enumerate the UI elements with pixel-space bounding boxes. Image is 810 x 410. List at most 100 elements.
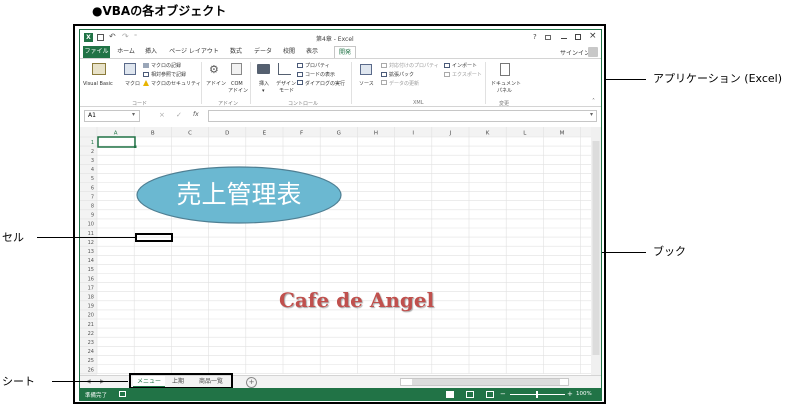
enter-icon[interactable]: ✓ (176, 111, 182, 119)
row-header[interactable]: 9 (91, 213, 94, 219)
run-dialog-button[interactable]: ダイアログの実行 (305, 81, 345, 87)
document-panel-label-1[interactable]: ドキュメント (491, 81, 521, 87)
visual-basic-icon[interactable] (92, 63, 106, 75)
com-addin-icon[interactable] (231, 63, 242, 75)
row-header[interactable]: 6 (91, 185, 94, 191)
macro-record-icon[interactable] (119, 391, 126, 397)
map-props-button[interactable]: 対応付けのプロパティ (389, 63, 439, 69)
tab-file[interactable]: ファイル (83, 46, 110, 58)
com-addin-label-1[interactable]: COM (231, 81, 243, 87)
row-header[interactable]: 3 (91, 158, 94, 164)
new-sheet-button[interactable]: + (246, 377, 257, 388)
horizontal-scroll-thumb[interactable] (412, 379, 560, 385)
zoom-in-icon[interactable]: + (567, 390, 573, 398)
column-header[interactable]: C (188, 131, 192, 137)
insert-control-icon[interactable] (257, 64, 270, 74)
maximize-button[interactable] (575, 34, 581, 40)
macro-security-button[interactable]: マクロのセキュリティ (151, 81, 201, 87)
row-header[interactable]: 15 (88, 267, 94, 273)
normal-view-icon[interactable] (446, 391, 454, 398)
column-header[interactable]: D (225, 131, 229, 137)
row-header[interactable]: 24 (88, 349, 94, 355)
row-header[interactable]: 25 (88, 358, 94, 364)
tab-page-layout[interactable]: ページ レイアウト (166, 46, 222, 58)
collapse-ribbon-icon[interactable]: ˄ (592, 98, 595, 105)
fill-handle[interactable] (134, 145, 137, 149)
row-header[interactable]: 5 (91, 176, 94, 182)
undo-icon[interactable]: ↶ (109, 32, 116, 41)
record-macro-button[interactable]: マクロの記録 (151, 63, 181, 69)
view-code-button[interactable]: コードの表示 (305, 72, 335, 78)
user-avatar-icon[interactable] (588, 47, 598, 57)
tab-developer[interactable]: 開発 (334, 46, 356, 58)
row-header[interactable]: 11 (88, 231, 94, 237)
tab-formulas[interactable]: 数式 (227, 46, 245, 58)
tab-review[interactable]: 校閲 (280, 46, 298, 58)
column-header[interactable]: F (300, 131, 303, 137)
column-header[interactable]: J (449, 131, 452, 137)
row-header[interactable]: 17 (88, 285, 94, 291)
expansion-pack-button[interactable]: 拡張パック (389, 72, 414, 78)
vertical-scroll-thumb[interactable] (592, 141, 600, 355)
row-header[interactable]: 1 (91, 140, 94, 146)
document-panel-label-2[interactable]: パネル (497, 88, 512, 94)
macro-button[interactable]: マクロ (125, 81, 140, 87)
save-icon[interactable] (97, 34, 104, 41)
export-button[interactable]: エクスポート (452, 72, 482, 78)
formula-input[interactable] (208, 110, 597, 122)
addin-gear-icon[interactable]: ⚙ (209, 64, 219, 75)
row-header[interactable]: 8 (91, 204, 94, 210)
column-header[interactable]: E (263, 131, 267, 137)
column-header[interactable]: H (374, 131, 378, 137)
close-button[interactable]: × (589, 31, 597, 41)
minimize-button[interactable] (561, 38, 567, 39)
zoom-out-icon[interactable]: − (500, 390, 506, 398)
signin-link[interactable]: サインイン (560, 48, 590, 57)
insert-control-button[interactable]: 挿入 (259, 81, 269, 87)
row-header[interactable]: 2 (91, 149, 94, 155)
macro-icon[interactable] (124, 63, 136, 75)
expand-formula-bar-icon[interactable]: ▾ (590, 111, 593, 118)
insert-function-icon[interactable]: fx (193, 111, 199, 118)
page-layout-view-icon[interactable] (466, 391, 474, 398)
page-break-view-icon[interactable] (486, 391, 494, 398)
row-header[interactable]: 21 (88, 322, 94, 328)
import-button[interactable]: インポート (452, 63, 477, 69)
xml-source-icon[interactable] (360, 64, 372, 75)
redo-icon[interactable]: ↷ (122, 32, 129, 41)
visual-basic-button[interactable]: Visual Basic (83, 81, 113, 87)
addin-button[interactable]: アドイン (206, 81, 226, 87)
row-header[interactable]: 12 (88, 240, 94, 246)
tab-view[interactable]: 表示 (303, 46, 321, 58)
design-mode-label-2[interactable]: モード (279, 88, 294, 94)
zoom-slider-thumb[interactable] (536, 391, 538, 398)
row-header[interactable]: 13 (88, 249, 94, 255)
properties-button[interactable]: プロパティ (305, 63, 330, 69)
row-header[interactable]: 18 (88, 295, 94, 301)
tab-data[interactable]: データ (251, 46, 275, 58)
tab-home[interactable]: ホーム (114, 46, 138, 58)
column-header[interactable]: A (114, 131, 118, 137)
refresh-data-button[interactable]: データの更新 (389, 81, 419, 87)
tab-insert[interactable]: 挿入 (142, 46, 160, 58)
row-header[interactable]: 20 (88, 313, 94, 319)
row-header[interactable]: 23 (88, 340, 94, 346)
document-panel-icon[interactable] (500, 63, 510, 76)
help-button[interactable]: ? (533, 33, 537, 41)
row-header[interactable]: 10 (88, 222, 94, 228)
qat-customize-icon[interactable]: ⁼ (134, 33, 137, 40)
cancel-icon[interactable]: × (159, 111, 165, 119)
column-header[interactable]: B (151, 131, 155, 137)
row-header[interactable]: 22 (88, 331, 94, 337)
column-header[interactable]: G (337, 131, 341, 137)
row-header[interactable]: 7 (91, 194, 94, 200)
row-header[interactable]: 16 (88, 276, 94, 282)
relative-ref-button[interactable]: 相対参照で記録 (151, 72, 186, 78)
design-mode-label-1[interactable]: デザイン (276, 81, 296, 87)
row-header[interactable]: 26 (88, 367, 94, 373)
name-box-dropdown-icon[interactable]: ▾ (132, 111, 135, 118)
design-mode-icon[interactable] (278, 63, 291, 75)
column-header[interactable]: M (560, 131, 565, 137)
ribbon-display-icon[interactable] (545, 35, 551, 40)
com-addin-label-2[interactable]: アドイン (228, 88, 248, 94)
